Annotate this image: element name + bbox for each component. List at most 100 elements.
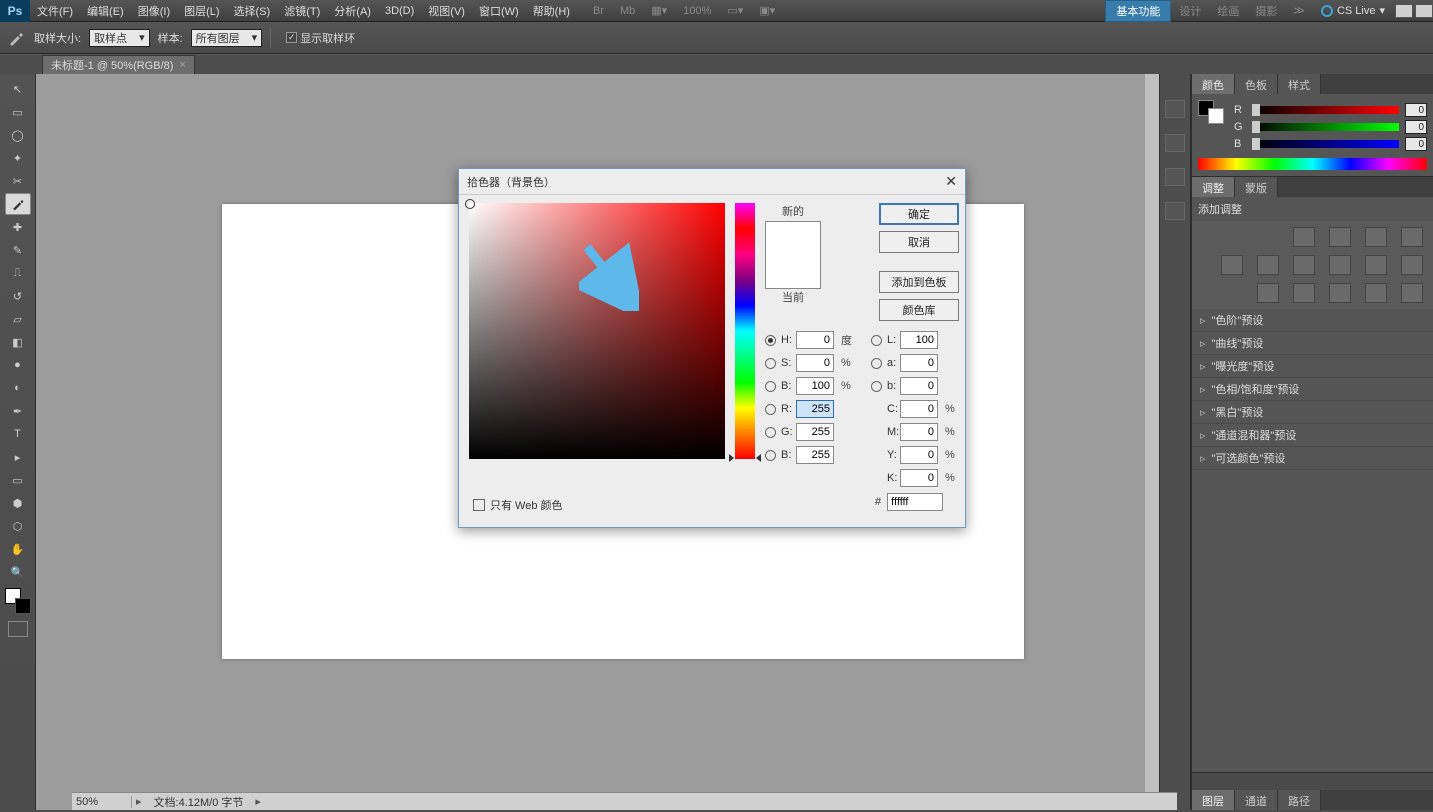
tab-channels[interactable]: 通道 xyxy=(1235,790,1278,810)
color-swatch[interactable] xyxy=(765,221,821,289)
adj-exposure-icon[interactable] xyxy=(1401,227,1423,247)
blab-input[interactable] xyxy=(900,377,938,395)
radio-s[interactable] xyxy=(765,358,776,369)
shape-tool[interactable]: ▭ xyxy=(5,469,31,491)
toolbar-grid-icon[interactable]: ▦▾ xyxy=(643,4,675,17)
dialog-titlebar[interactable]: 拾色器（背景色） ✕ xyxy=(459,169,965,195)
menu-analysis[interactable]: 分析(A) xyxy=(327,3,378,19)
window-min-icon[interactable] xyxy=(1395,4,1413,18)
radio-b-hsv[interactable] xyxy=(765,381,776,392)
history-brush-tool[interactable]: ↺ xyxy=(5,285,31,307)
blur-tool[interactable]: ● xyxy=(5,354,31,376)
window-max-icon[interactable] xyxy=(1415,4,1433,18)
quick-mask-toggle[interactable] xyxy=(8,621,28,637)
bhsv-input[interactable] xyxy=(796,377,834,395)
status-more-icon[interactable]: ▸ xyxy=(251,795,265,808)
m-input[interactable] xyxy=(900,423,938,441)
g-value-input[interactable] xyxy=(1405,120,1427,134)
g-input[interactable] xyxy=(796,423,834,441)
quick-select-tool[interactable]: ✦ xyxy=(5,147,31,169)
ok-button[interactable]: 确定 xyxy=(879,203,959,225)
pen-tool[interactable]: ✒ xyxy=(5,400,31,422)
status-zoom[interactable]: 50% xyxy=(72,796,132,808)
add-swatch-button[interactable]: 添加到色板 xyxy=(879,271,959,293)
dock-para-icon[interactable] xyxy=(1165,202,1185,220)
radio-h[interactable] xyxy=(765,335,776,346)
workspace-paint[interactable]: 绘画 xyxy=(1209,3,1247,19)
c-input[interactable] xyxy=(900,400,938,418)
radio-b-rgb[interactable] xyxy=(765,450,776,461)
lasso-tool[interactable]: ◯ xyxy=(5,124,31,146)
dock-history-icon[interactable] xyxy=(1165,134,1185,152)
workspace-more-icon[interactable]: ≫ xyxy=(1285,4,1313,17)
menu-window[interactable]: 窗口(W) xyxy=(472,3,526,19)
heal-tool[interactable]: ✚ xyxy=(5,216,31,238)
color-cursor[interactable] xyxy=(465,199,475,209)
adj-invert-icon[interactable] xyxy=(1257,283,1279,303)
dialog-close-icon[interactable]: ✕ xyxy=(945,173,957,190)
tab-masks[interactable]: 蒙版 xyxy=(1235,177,1278,197)
type-tool[interactable]: T xyxy=(5,423,31,445)
radio-l[interactable] xyxy=(871,335,882,346)
document-tab[interactable]: 未标题-1 @ 50%(RGB/8) × xyxy=(42,55,195,74)
eraser-tool[interactable]: ▱ xyxy=(5,308,31,330)
menu-select[interactable]: 选择(S) xyxy=(227,3,278,19)
radio-r[interactable] xyxy=(765,404,776,415)
zoom-tool[interactable]: 🔍 xyxy=(5,561,31,583)
eyedropper-tool[interactable] xyxy=(5,193,31,215)
preset-bw[interactable]: ▹"黑白"预设 xyxy=(1192,401,1433,424)
adj-hue-icon[interactable] xyxy=(1257,255,1279,275)
adj-vibrance-icon[interactable] xyxy=(1221,255,1243,275)
show-sample-ring-check[interactable]: 显示取样环 xyxy=(286,30,355,46)
y-input[interactable] xyxy=(900,446,938,464)
s-input[interactable] xyxy=(796,354,834,372)
b-slider[interactable] xyxy=(1252,140,1399,148)
dock-minibridge-icon[interactable] xyxy=(1165,100,1185,118)
menu-layer[interactable]: 图层(L) xyxy=(177,3,226,19)
path-select-tool[interactable]: ▸ xyxy=(5,446,31,468)
workspace-basic[interactable]: 基本功能 xyxy=(1105,0,1171,22)
toolbar-mb-icon[interactable]: Mb xyxy=(612,5,643,17)
tab-adjustments[interactable]: 调整 xyxy=(1192,177,1235,197)
close-tab-icon[interactable]: × xyxy=(179,59,185,71)
gradient-tool[interactable]: ◧ xyxy=(5,331,31,353)
web-only-check[interactable]: 只有 Web 颜色 xyxy=(473,497,563,513)
preset-exposure[interactable]: ▹"曝光度"预设 xyxy=(1192,355,1433,378)
sample-size-select[interactable]: 取样点 xyxy=(89,29,150,47)
adj-selective-icon[interactable] xyxy=(1401,283,1423,303)
sample-select[interactable]: 所有图层 xyxy=(191,29,263,47)
color-ramp[interactable] xyxy=(1198,158,1427,170)
tab-paths[interactable]: 路径 xyxy=(1278,790,1321,810)
toolbar-br-icon[interactable]: Br xyxy=(585,5,612,17)
panel-fgbg[interactable] xyxy=(1198,100,1226,124)
adj-mixer-icon[interactable] xyxy=(1401,255,1423,275)
marquee-tool[interactable]: ▭ xyxy=(5,101,31,123)
radio-b-lab[interactable] xyxy=(871,381,882,392)
adj-brightness-icon[interactable] xyxy=(1293,227,1315,247)
preset-hue[interactable]: ▹"色相/饱和度"预设 xyxy=(1192,378,1433,401)
r-value-input[interactable] xyxy=(1405,103,1427,117)
canvas-scrollbar[interactable] xyxy=(1145,74,1159,810)
radio-a[interactable] xyxy=(871,358,882,369)
r-slider[interactable] xyxy=(1252,106,1399,114)
3d-tool[interactable]: ⬢ xyxy=(5,492,31,514)
adj-levels-icon[interactable] xyxy=(1329,227,1351,247)
adj-balance-icon[interactable] xyxy=(1293,255,1315,275)
hand-tool[interactable]: ✋ xyxy=(5,538,31,560)
menu-filter[interactable]: 滤镜(T) xyxy=(277,3,327,19)
h-input[interactable] xyxy=(796,331,834,349)
adj-bw-icon[interactable] xyxy=(1329,255,1351,275)
tab-swatches[interactable]: 色板 xyxy=(1235,74,1278,94)
menu-help[interactable]: 帮助(H) xyxy=(526,3,577,19)
stamp-tool[interactable]: ⎍ xyxy=(5,262,31,284)
menu-edit[interactable]: 编辑(E) xyxy=(80,3,131,19)
color-libraries-button[interactable]: 颜色库 xyxy=(879,299,959,321)
workspace-photo[interactable]: 摄影 xyxy=(1247,3,1285,19)
brush-tool[interactable]: ✎ xyxy=(5,239,31,261)
dock-char-icon[interactable] xyxy=(1165,168,1185,186)
brgb-input[interactable] xyxy=(796,446,834,464)
hex-input[interactable] xyxy=(887,493,943,511)
a-input[interactable] xyxy=(900,354,938,372)
adj-posterize-icon[interactable] xyxy=(1293,283,1315,303)
adj-gradient-map-icon[interactable] xyxy=(1365,283,1387,303)
